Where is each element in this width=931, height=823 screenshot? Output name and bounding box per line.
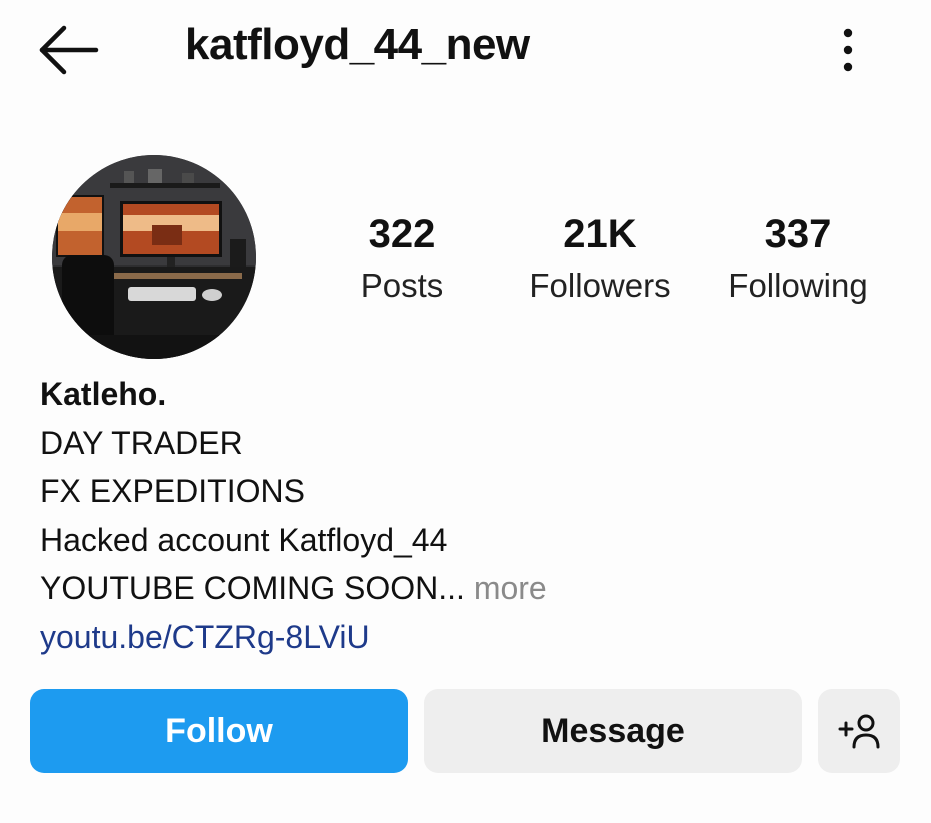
bio-line-truncated: YOUTUBE COMING SOON... more [40,564,900,613]
posts-count[interactable]: 322 Posts [340,210,464,308]
posts-value: 322 [368,212,436,256]
follow-button[interactable]: Follow [30,689,408,773]
profile-page: katfloyd_44_new 322 Posts 21K Followers … [0,0,931,823]
followers-label: Followers [529,267,671,304]
following-value: 337 [764,212,832,256]
add-person-icon [838,714,880,749]
following-count[interactable]: 337 Following [716,210,880,308]
bio-line: FX EXPEDITIONS [40,473,305,509]
message-button[interactable]: Message [424,689,802,773]
bio-ellipsis: ... [438,570,465,606]
profile-bio: Katleho. DAY TRADER FX EXPEDITIONS Hacke… [40,370,900,661]
following-label: Following [728,267,868,304]
bio-more-link[interactable]: more [465,570,547,606]
avatar[interactable] [52,155,256,359]
more-options-button[interactable] [830,24,866,76]
profile-username: katfloyd_44_new [185,20,530,69]
suggested-accounts-button[interactable] [818,689,900,773]
posts-label: Posts [360,267,444,304]
desk-setup-photo [52,155,256,359]
top-bar: katfloyd_44_new [0,0,931,100]
followers-count[interactable]: 21K Followers [518,210,682,308]
bio-line: Hacked account Katfloyd_44 [40,521,448,558]
more-vertical-icon [843,28,853,72]
bio-external-link[interactable]: youtu.be/CTZRg-8LViU [40,613,900,662]
bio-line-text: YOUTUBE COMING SOON [40,570,439,606]
back-button[interactable] [36,22,106,78]
followers-value: 21K [563,212,637,256]
display-name: Katleho. [40,376,167,412]
arrow-left-icon [39,25,99,75]
bio-line: DAY TRADER [40,424,243,461]
